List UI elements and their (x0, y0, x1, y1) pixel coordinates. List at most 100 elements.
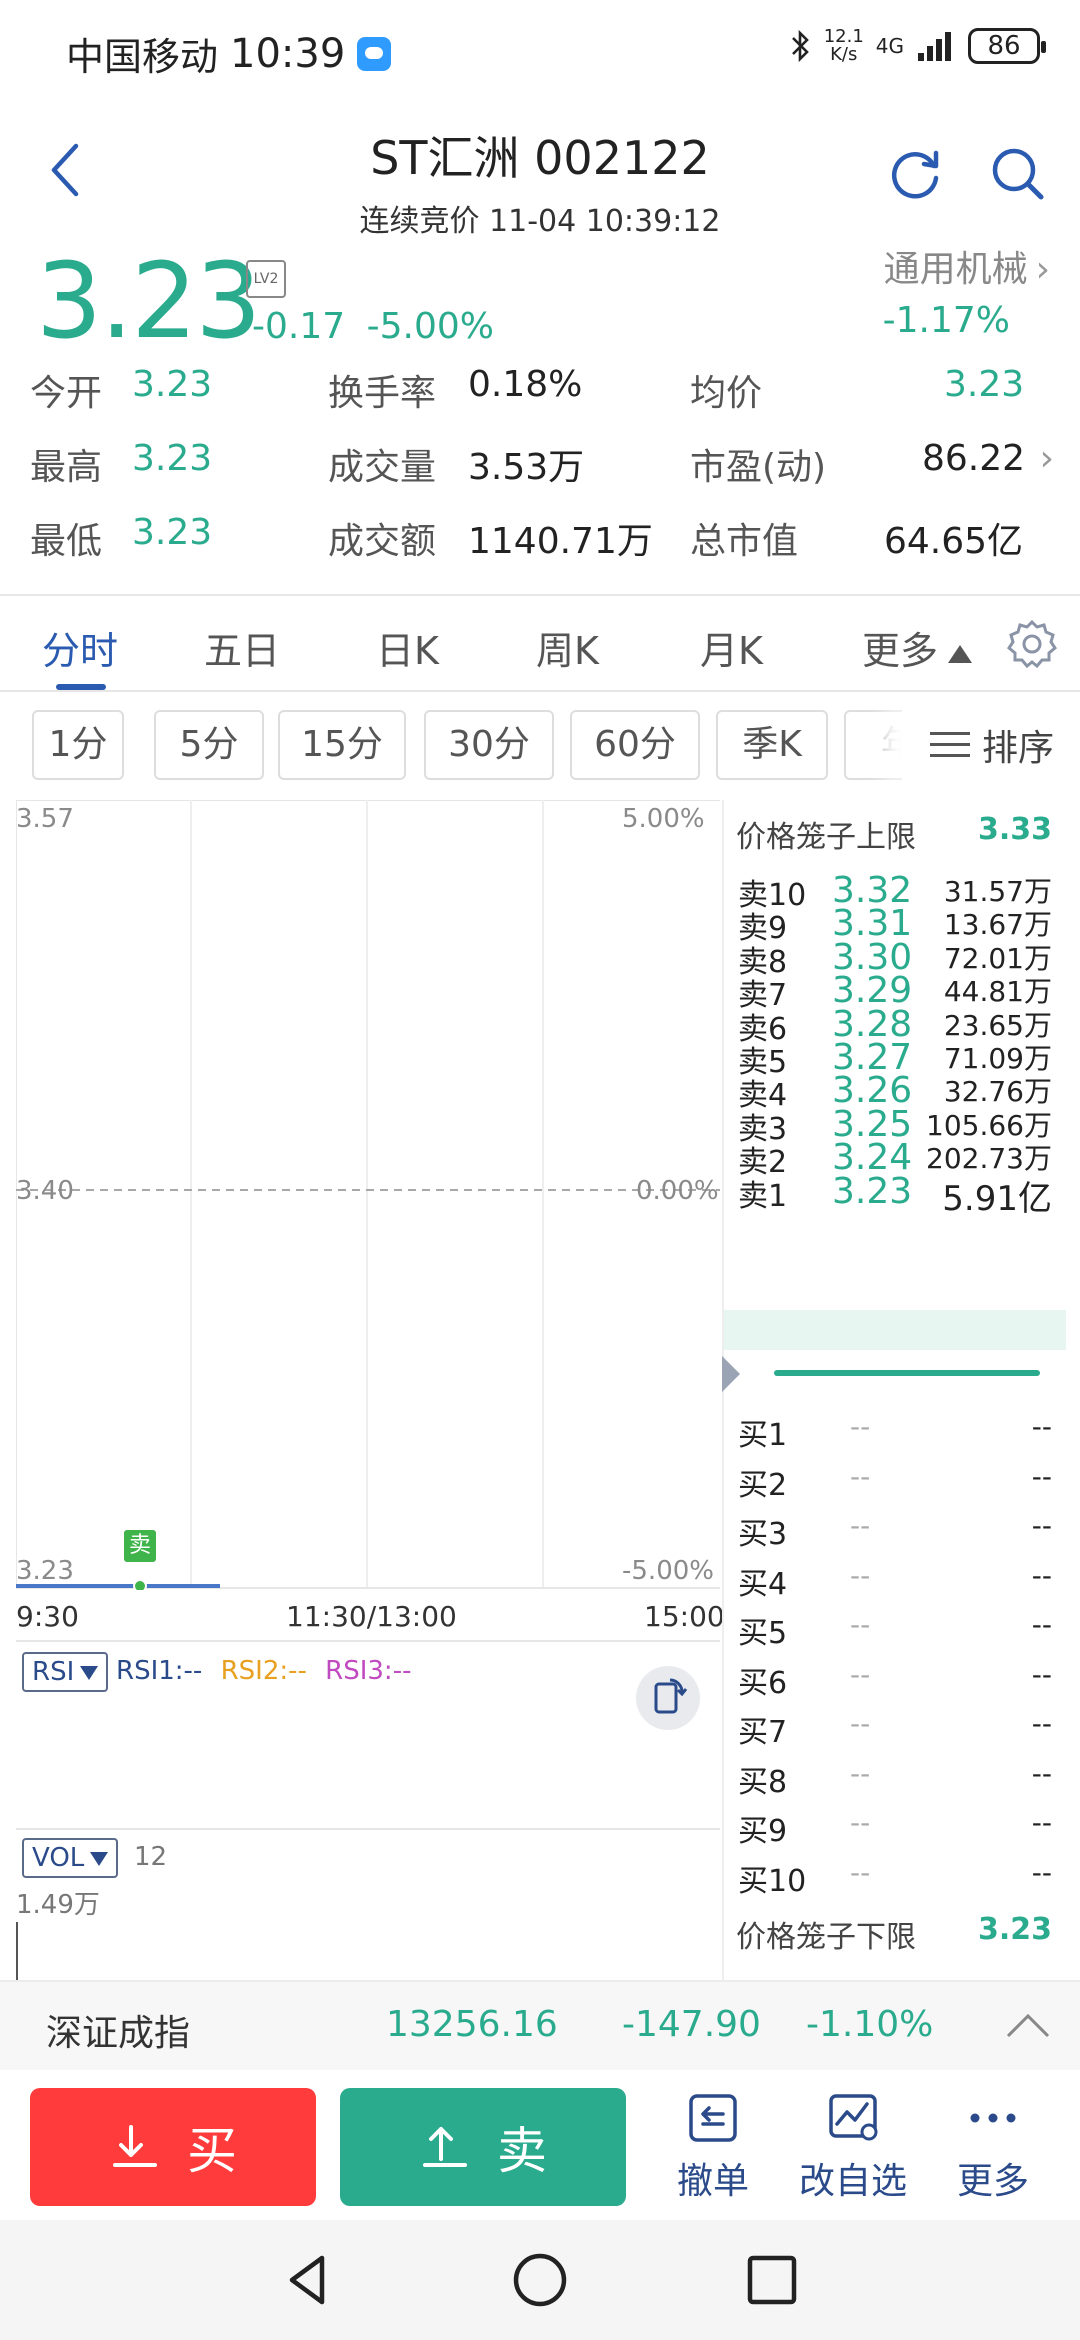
sort-label: 排序 (982, 728, 1055, 769)
bid-volume: -- (1031, 1657, 1052, 1691)
price-cage-lower: 价格笼子下限 3.23 (736, 1912, 1066, 1968)
stats-row: 最低 3.23 成交额 1140.71万 总市值 64.65亿 (0, 512, 1080, 572)
chevron-right-icon: › (1035, 249, 1050, 290)
bid-volume: -- (1031, 1410, 1052, 1443)
ask-price: 3.23 (832, 1170, 913, 1212)
bid-row[interactable]: 买6 -- -- (724, 1658, 1066, 1708)
intraday-chart[interactable] (16, 800, 720, 1590)
bid-level: 买9 (738, 1814, 788, 1849)
signal-icon (918, 32, 951, 61)
tab-intraday[interactable]: 分时 (42, 620, 118, 675)
sector-change: -1.17% (882, 300, 1010, 341)
change-percent: -5.00% (366, 306, 494, 347)
bid-price: -- (850, 1608, 871, 1641)
triangle-right-icon (722, 1356, 740, 1392)
buy-button[interactable]: 买 (30, 2088, 316, 2206)
stat-label: 市盈(动) (690, 447, 827, 488)
y-axis-bottom: 3.23 (16, 1556, 74, 1586)
period-60min[interactable]: 60分 (570, 710, 700, 780)
bid-row[interactable]: 买10 -- -- (724, 1856, 1066, 1906)
bid-row[interactable]: 买8 -- -- (724, 1757, 1066, 1807)
chevron-up-icon[interactable] (1004, 2008, 1052, 2042)
bid-level: 买6 (738, 1665, 788, 1701)
network-speed: 12.1 K/s (823, 26, 864, 65)
bid-row[interactable]: 买3 -- -- (724, 1509, 1066, 1559)
gear-icon[interactable] (1006, 618, 1058, 670)
chart-tabs: 分时 五日 日K 周K 月K 更多 (0, 596, 1080, 692)
stats-row[interactable]: 最高 3.23 成交量 3.53万 市盈(动) 86.22 › (0, 438, 1080, 498)
period-15min[interactable]: 15分 (278, 710, 406, 780)
nav-home-icon[interactable] (508, 2248, 572, 2312)
buy-label: 买 (187, 2122, 237, 2180)
edit-watchlist-label: 改自选 (798, 2161, 907, 2202)
tab-five-day[interactable]: 五日 (204, 620, 280, 675)
tab-more[interactable]: 更多 (862, 620, 973, 675)
cancel-order-button[interactable]: 撤单 (648, 2090, 778, 2204)
sector-name: 通用机械 (883, 249, 1028, 290)
sort-button[interactable]: 排序 (902, 710, 1080, 780)
trade-point (133, 1579, 147, 1590)
stat-value: 0.18% (468, 364, 583, 405)
period-1min[interactable]: 1分 (32, 710, 124, 780)
bid-row[interactable]: 买1 -- -- (724, 1410, 1066, 1460)
bluetooth-icon (791, 29, 809, 63)
bid-level: 买8 (738, 1764, 788, 1800)
stat-value: 64.65亿 (884, 521, 1024, 562)
nav-back-icon[interactable] (276, 2248, 340, 2312)
bid-level: 买2 (738, 1467, 788, 1503)
tab-weekly-k[interactable]: 周K (536, 620, 599, 675)
stat-value: 3.23 (132, 438, 213, 479)
rsi-selector[interactable]: RSI (22, 1652, 109, 1692)
ask-row[interactable]: 卖1 3.23 5.91亿 (724, 1171, 1066, 1221)
volume-panel: VOL 12 1.49万 (16, 1832, 720, 1980)
sell-label: 卖 (497, 2122, 547, 2180)
bid-level: 买3 (738, 1517, 788, 1552)
vol-bar (16, 1922, 18, 1980)
tab-monthly-k[interactable]: 月K (700, 620, 763, 675)
price-change: -0.17 -5.00% (252, 306, 494, 347)
stat-label: 均价 (690, 373, 763, 414)
more-button[interactable]: 更多 (928, 2090, 1058, 2204)
time-axis: 9:30 11:30/13:00 15:00 (0, 1600, 725, 1640)
bid-level: 买1 (738, 1418, 788, 1453)
period-selector: 1分 5分 15分 30分 60分 季K 年 排序 (0, 692, 1080, 802)
upper-label: 价格笼子上限 (736, 820, 916, 855)
index-ticker[interactable]: 深证成指 13256.16 -147.90 -1.10% (0, 1980, 1080, 2070)
stat-value: 3.23 (132, 364, 213, 405)
system-nav-bar (0, 2220, 1080, 2340)
nav-recents-icon[interactable] (740, 2248, 804, 2312)
bid-volume: -- (1031, 1806, 1052, 1839)
buy-arrow-icon (113, 2125, 157, 2167)
stat-label: 最高 (30, 447, 103, 488)
bid-row[interactable]: 买2 -- -- (724, 1460, 1066, 1510)
search-icon[interactable] (988, 144, 1046, 202)
sell-marker[interactable]: 卖 (124, 1530, 156, 1562)
bid-row[interactable]: 买4 -- -- (724, 1559, 1066, 1609)
bid-volume: -- (1031, 1509, 1052, 1542)
vol-selector[interactable]: VOL (22, 1838, 119, 1878)
rotate-screen-icon[interactable] (636, 1666, 700, 1730)
sector-link[interactable]: 通用机械 › -1.17% (883, 240, 1050, 341)
current-price: 3.23 (36, 240, 262, 362)
more-label: 更多 (956, 2161, 1029, 2202)
price-cage-upper: 价格笼子上限 3.33 (736, 812, 1066, 868)
edit-watchlist-button[interactable]: 改自选 (788, 2090, 918, 2204)
period-5min[interactable]: 5分 (154, 710, 264, 780)
network-type: 4G (875, 34, 904, 58)
time-end: 15:00 (644, 1600, 725, 1633)
refresh-icon[interactable] (886, 144, 944, 202)
upper-value: 3.33 (977, 812, 1052, 847)
ask-volume: 5.91亿 (942, 1178, 1052, 1219)
period-30min[interactable]: 30分 (424, 710, 554, 780)
time-mid: 11:30/13:00 (286, 1600, 457, 1633)
period-quarter-k[interactable]: 季K (716, 710, 828, 780)
bid-row[interactable]: 买7 -- -- (724, 1707, 1066, 1757)
active-tab-indicator (56, 684, 106, 690)
stats-row: 今开 3.23 换手率 0.18% 均价 3.23 (0, 364, 1080, 424)
lv2-badge[interactable]: LV2 (246, 260, 286, 298)
bid-row[interactable]: 买5 -- -- (724, 1608, 1066, 1658)
tab-daily-k[interactable]: 日K (376, 620, 439, 675)
bid-row[interactable]: 买9 -- -- (724, 1806, 1066, 1856)
sell-button[interactable]: 卖 (340, 2088, 626, 2206)
stock-header: ST汇洲 002122 连续竞价 11-04 10:39:12 (0, 104, 1080, 239)
